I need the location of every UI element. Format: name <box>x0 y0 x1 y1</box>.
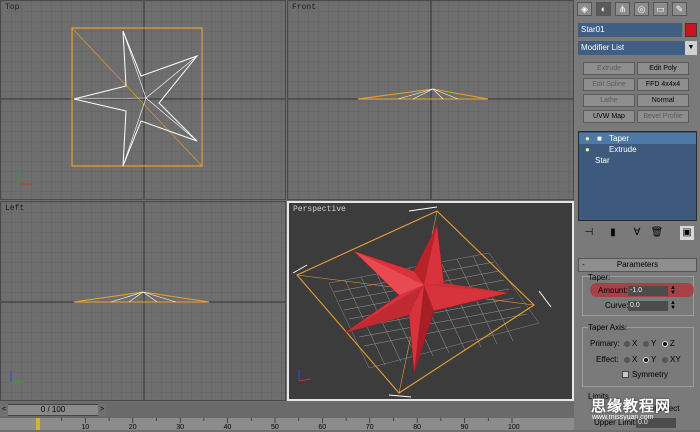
viewport-perspective[interactable]: Perspective <box>287 201 574 401</box>
pin-stack-icon[interactable]: ⊣ <box>582 226 596 240</box>
ruler-tick-label: 50 <box>271 424 279 430</box>
bulb-icon[interactable]: ● <box>585 144 590 155</box>
motion-tab-icon[interactable]: ◎ <box>634 2 649 16</box>
ruler-tick-label: 70 <box>366 424 374 430</box>
viewport-top[interactable]: Top <box>0 0 286 200</box>
effect-label: Effect: <box>596 355 619 364</box>
front-view-canvas <box>288 1 573 199</box>
command-panel-tabs: ◈ ◐ ⋔ ◎ ▭ ✎ <box>574 0 700 18</box>
curve-label: Curve: <box>605 301 629 310</box>
ffd-button[interactable]: FFD 4x4x4 <box>637 78 689 91</box>
hierarchy-tab-icon[interactable]: ⋔ <box>615 2 630 16</box>
viewport-left-label: Left <box>5 204 25 213</box>
amount-spinner-icon[interactable]: ▲ ▼ <box>670 285 676 296</box>
configure-modifier-sets-icon[interactable]: ▣ <box>680 226 694 240</box>
ruler-ticks: 10 20 30 40 50 60 70 80 90 100 <box>37 418 520 431</box>
time-marker[interactable] <box>36 418 40 430</box>
object-color-swatch[interactable] <box>685 23 697 37</box>
symmetry-label: Symmetry <box>632 370 668 379</box>
expand-icon[interactable]: ■ <box>597 133 602 144</box>
display-tab-icon[interactable]: ▭ <box>653 2 668 16</box>
perspective-view-canvas <box>292 206 552 398</box>
modifier-stack: ● ■ Taper ● Extrude Star <box>578 131 697 221</box>
ruler-tick-label: 90 <box>461 424 469 430</box>
stack-item-extrude[interactable]: ● Extrude <box>579 144 696 155</box>
ruler-tick-label: 20 <box>129 424 137 430</box>
watermark-logo: 思缘教程网 <box>591 398 672 415</box>
time-slider[interactable]: < 0 / 100 > <box>0 404 106 416</box>
time-ruler[interactable]: 10 20 30 40 50 60 70 80 90 100 <box>0 418 574 431</box>
ruler-tick-label: 100 <box>508 424 520 430</box>
uvw-map-button[interactable]: UVW Map <box>583 110 635 123</box>
stack-item-label: Star <box>595 156 610 165</box>
primary-x-radio[interactable] <box>624 341 630 347</box>
modifier-list-label: Modifier List <box>581 43 625 52</box>
watermark-url: www.missyuan.com <box>592 414 654 421</box>
bevel-profile-button[interactable]: Bevel Profile <box>637 110 689 123</box>
effect-x-label: X <box>632 355 638 364</box>
utilities-tab-icon[interactable]: ✎ <box>672 2 687 16</box>
ruler-tick-label: 60 <box>318 424 326 430</box>
ruler-tick-label: 10 <box>81 424 89 430</box>
ruler-tick-label: 80 <box>413 424 421 430</box>
bulb-icon[interactable]: ● <box>585 133 590 144</box>
left-view-canvas <box>1 202 285 400</box>
chevron-down-icon: ▼ <box>685 41 697 55</box>
taper-group-label: Taper: <box>588 273 611 282</box>
normal-button[interactable]: Normal <box>637 94 689 107</box>
lathe-button[interactable]: Lathe <box>583 94 635 107</box>
amount-field[interactable]: -1.0 <box>628 286 668 296</box>
show-end-result-icon[interactable]: ▮ <box>606 226 620 240</box>
stack-item-star[interactable]: Star <box>579 155 696 166</box>
extrude-button[interactable]: Extrude <box>583 62 635 75</box>
edit-poly-button[interactable]: Edit Poly <box>637 62 689 75</box>
primary-label: Primary: <box>590 339 620 348</box>
parameters-title: Parameters <box>616 260 659 269</box>
next-frame-icon[interactable]: > <box>98 404 106 416</box>
effect-y-radio[interactable] <box>643 357 649 363</box>
viewport-left[interactable]: Left <box>0 201 286 401</box>
modifier-list-dropdown[interactable]: Modifier List ▼ <box>578 41 697 55</box>
stack-item-label: Extrude <box>609 145 637 154</box>
stack-toolbar: ⊣ ▮ ∀ 🗑 ▣ <box>578 226 697 240</box>
make-unique-icon[interactable]: ∀ <box>630 226 644 240</box>
ruler-tick-label: 30 <box>176 424 184 430</box>
parameters-rollout[interactable]: - Parameters <box>578 258 697 272</box>
effect-y-label: Y <box>651 355 657 364</box>
object-name-field[interactable]: Star01 <box>578 23 682 37</box>
curve-spinner-icon[interactable]: ▲ ▼ <box>670 300 676 311</box>
amount-label: Amount: <box>598 286 628 295</box>
viewport-top-label: Top <box>5 3 20 12</box>
curve-field[interactable]: 0.0 <box>628 301 668 311</box>
create-tab-icon[interactable]: ◈ <box>577 2 592 16</box>
effect-xy-label: XY <box>670 355 681 364</box>
stack-item-taper[interactable]: ● ■ Taper <box>579 133 696 144</box>
frame-display: 0 / 100 <box>40 405 66 414</box>
remove-modifier-icon[interactable]: 🗑 <box>650 226 664 240</box>
stack-item-label: Taper <box>609 134 630 143</box>
timeline: < 0 / 100 > 10 20 30 40 50 60 70 80 90 100 <box>0 402 574 431</box>
previous-frame-icon[interactable]: < <box>0 404 8 416</box>
primary-x-label: X <box>632 339 638 348</box>
collapse-icon: - <box>582 260 585 269</box>
taper-axis-label: Taper Axis: <box>588 323 628 332</box>
edit-spline-button[interactable]: Edit Spline <box>583 78 635 91</box>
primary-y-label: Y <box>651 339 657 348</box>
primary-y-radio[interactable] <box>643 341 649 347</box>
viewport-front-label: Front <box>292 3 317 12</box>
primary-z-radio[interactable] <box>662 341 668 347</box>
ruler-tick-label: 40 <box>224 424 232 430</box>
effect-xy-radio[interactable] <box>662 357 668 363</box>
primary-z-label: Z <box>670 339 675 348</box>
viewport-perspective-label: Perspective <box>293 205 346 214</box>
modify-tab-icon[interactable]: ◐ <box>596 2 611 16</box>
effect-x-radio[interactable] <box>624 357 630 363</box>
viewport-front[interactable]: Front <box>287 0 574 200</box>
symmetry-checkbox[interactable] <box>622 371 629 378</box>
top-view-canvas <box>1 1 285 199</box>
